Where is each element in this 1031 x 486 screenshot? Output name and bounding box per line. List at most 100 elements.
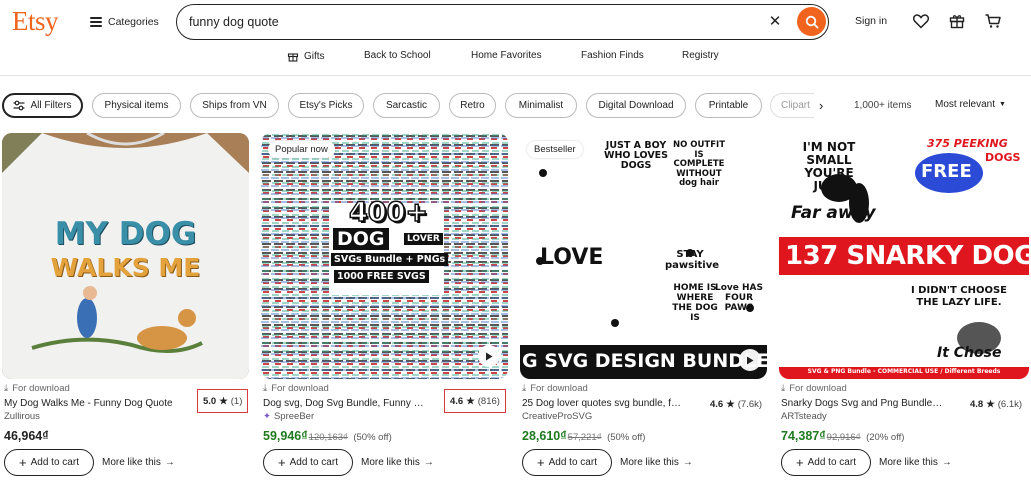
etsy-logo[interactable]: Etsy [12,6,59,37]
shirt-print-line2: WALKS ME [50,253,201,282]
nav-home-favorites[interactable]: Home Favorites [471,50,542,61]
listing-image[interactable]: JUST A BOY WHO LOVES DOGS NO OUTFIT IS C… [520,133,767,379]
listing-image[interactable]: MY DOG WALKS ME [2,133,249,379]
sign-in-link[interactable]: Sign in [855,15,887,27]
nav-fashion-finds[interactable]: Fashion Finds [581,50,644,61]
listing-title[interactable]: 25 Dog lover quotes svg bundle, funny [522,398,682,409]
arrow-right-icon: → [941,457,952,468]
art-dogs: DOGS [985,151,1021,164]
listing-title[interactable]: Snarky Dogs Svg and Png Bundle, Funny [781,398,943,409]
art-375-peeking: 375 PEEKING [927,137,1008,150]
banner-svg-bundle: G SVG DESIGN BUNDLE [522,350,767,372]
search-button[interactable] [797,7,826,36]
rating-value: 4.6 [450,395,464,407]
more-like-this-link[interactable]: More like this → [102,457,175,468]
price-row: 59,946₫120,163₫ (50% off) [263,429,392,443]
review-count: (6.1k) [997,398,1023,410]
add-to-cart-label: Add to cart [30,457,79,468]
discount-percent: (50% off) [353,432,392,443]
for-download-label: For download [271,383,329,394]
star-icon: ★ [726,398,735,410]
for-download-tag: ⤓ For download [263,383,329,394]
search-bar: ✕ [176,4,829,40]
filter-chip-sarcastic[interactable]: Sarcastic [373,93,440,118]
for-download-tag: ⤓ For download [4,383,70,394]
play-video-icon[interactable] [478,345,500,367]
cart-icon[interactable] [984,12,1002,30]
nav-registry[interactable]: Registry [682,50,719,61]
art-bundle: SVGs Bundle + PNGs [331,253,449,266]
more-like-this-label: More like this [361,457,420,468]
all-filters-label: All Filters [30,100,72,111]
download-icon: ⤓ [522,383,527,394]
filter-chip-retro[interactable]: Retro [449,93,496,118]
arrow-right-icon: → [423,457,434,468]
sub-navigation: Gifts Back to School Home Favorites Fash… [0,46,1031,68]
clear-search-icon[interactable]: ✕ [767,14,783,30]
chevron-right-icon[interactable]: › [819,98,823,113]
filter-sliders-icon [13,100,25,111]
listing-image[interactable]: 400+ DOG LOVER SVGs Bundle + PNGs 1000 F… [261,133,508,379]
shop-name[interactable]: CreativeProSVG [522,411,592,422]
listing-image[interactable]: I'M NOT SMALL YOU'RE JUST Far away FREE … [779,133,1029,379]
nav-gifts[interactable]: Gifts [287,50,325,62]
for-download-tag: ⤓ For download [522,383,588,394]
filter-chip-minimalist[interactable]: Minimalist [505,93,577,118]
listing-title[interactable]: Dog svg, Dog Svg Bundle, Funny Dog Svg [263,398,426,409]
play-video-icon[interactable] [739,349,761,371]
art-far-away: Far away [791,203,876,223]
filter-chip-etsys-picks[interactable]: Etsy's Picks [288,93,364,118]
nav-back-to-school[interactable]: Back to School [364,50,431,61]
art-footer-banner: SVG & PNG Bundle - COMMERCIAL USE / Diff… [807,368,1001,375]
add-to-cart-label: Add to cart [548,457,597,468]
popular-now-badge: Popular now [268,141,335,158]
more-like-this-label: More like this [620,457,679,468]
bestseller-badge: Bestseller [527,141,583,158]
add-to-cart-button[interactable]: + Add to cart [522,449,612,476]
art-lover: LOVER [404,233,443,245]
filter-chip-digital-download[interactable]: Digital Download [586,93,686,118]
filter-chip-ships-from-vn[interactable]: Ships from VN [190,93,279,118]
gift-icon [287,53,299,62]
download-icon: ⤓ [263,383,268,394]
listing-title[interactable]: My Dog Walks Me - Funny Dog Quote [4,398,182,409]
shop-name[interactable]: ARTsteady [781,411,827,422]
categories-label: Categories [108,16,159,28]
more-like-this-label: More like this [879,457,938,468]
categories-button[interactable]: Categories [90,11,159,33]
more-like-this-link[interactable]: More like this → [620,457,693,468]
add-to-cart-button[interactable]: + Add to cart [781,449,871,476]
add-to-cart-button[interactable]: + Add to cart [263,449,353,476]
rating-value: 4.6 [710,398,724,410]
filter-chip-printable[interactable]: Printable [695,93,762,118]
add-to-cart-label: Add to cart [807,457,856,468]
more-like-this-label: More like this [102,457,161,468]
caret-down-icon: ▼ [999,101,1006,108]
listing-rating: 4.8 ★ (6.1k) [970,396,1022,412]
header-divider [0,75,1031,76]
search-input[interactable] [189,13,749,31]
review-count: (7.6k) [737,398,763,410]
filter-chip-physical-items[interactable]: Physical items [92,93,181,118]
filter-chip-clipart[interactable]: Clipart [770,93,814,118]
favorites-heart-icon[interactable] [912,12,930,30]
more-like-this-link[interactable]: More like this → [361,457,434,468]
gift-icon[interactable] [948,12,966,30]
nav-gifts-label: Gifts [304,50,325,62]
all-filters-button[interactable]: All Filters [2,93,83,118]
download-icon: ⤓ [4,383,9,394]
sort-dropdown[interactable]: Most relevant ▼ [935,99,1006,110]
quote-just-a-boy: JUST A BOY WHO LOVES DOGS [603,140,669,171]
shop-name[interactable]: Zullirous [4,411,40,422]
shirt-print-line1: MY DOG [54,216,197,252]
price-row: 28,610₫57,221₫ (50% off) [522,429,645,443]
star-icon: ★ [219,395,228,407]
original-price: 92,916₫ [826,432,861,443]
add-to-cart-button[interactable]: + Add to cart [4,449,94,476]
original-price: 57,221₫ [567,432,602,443]
more-like-this-link[interactable]: More like this → [879,457,952,468]
quote-love-has-four-paws: Love HAS FOUR PAWS [715,283,764,313]
sale-price: 28,610₫ [522,429,567,443]
shop-name[interactable]: ✦ SpreeBer [263,411,314,422]
rating-value: 5.0 [203,395,217,407]
